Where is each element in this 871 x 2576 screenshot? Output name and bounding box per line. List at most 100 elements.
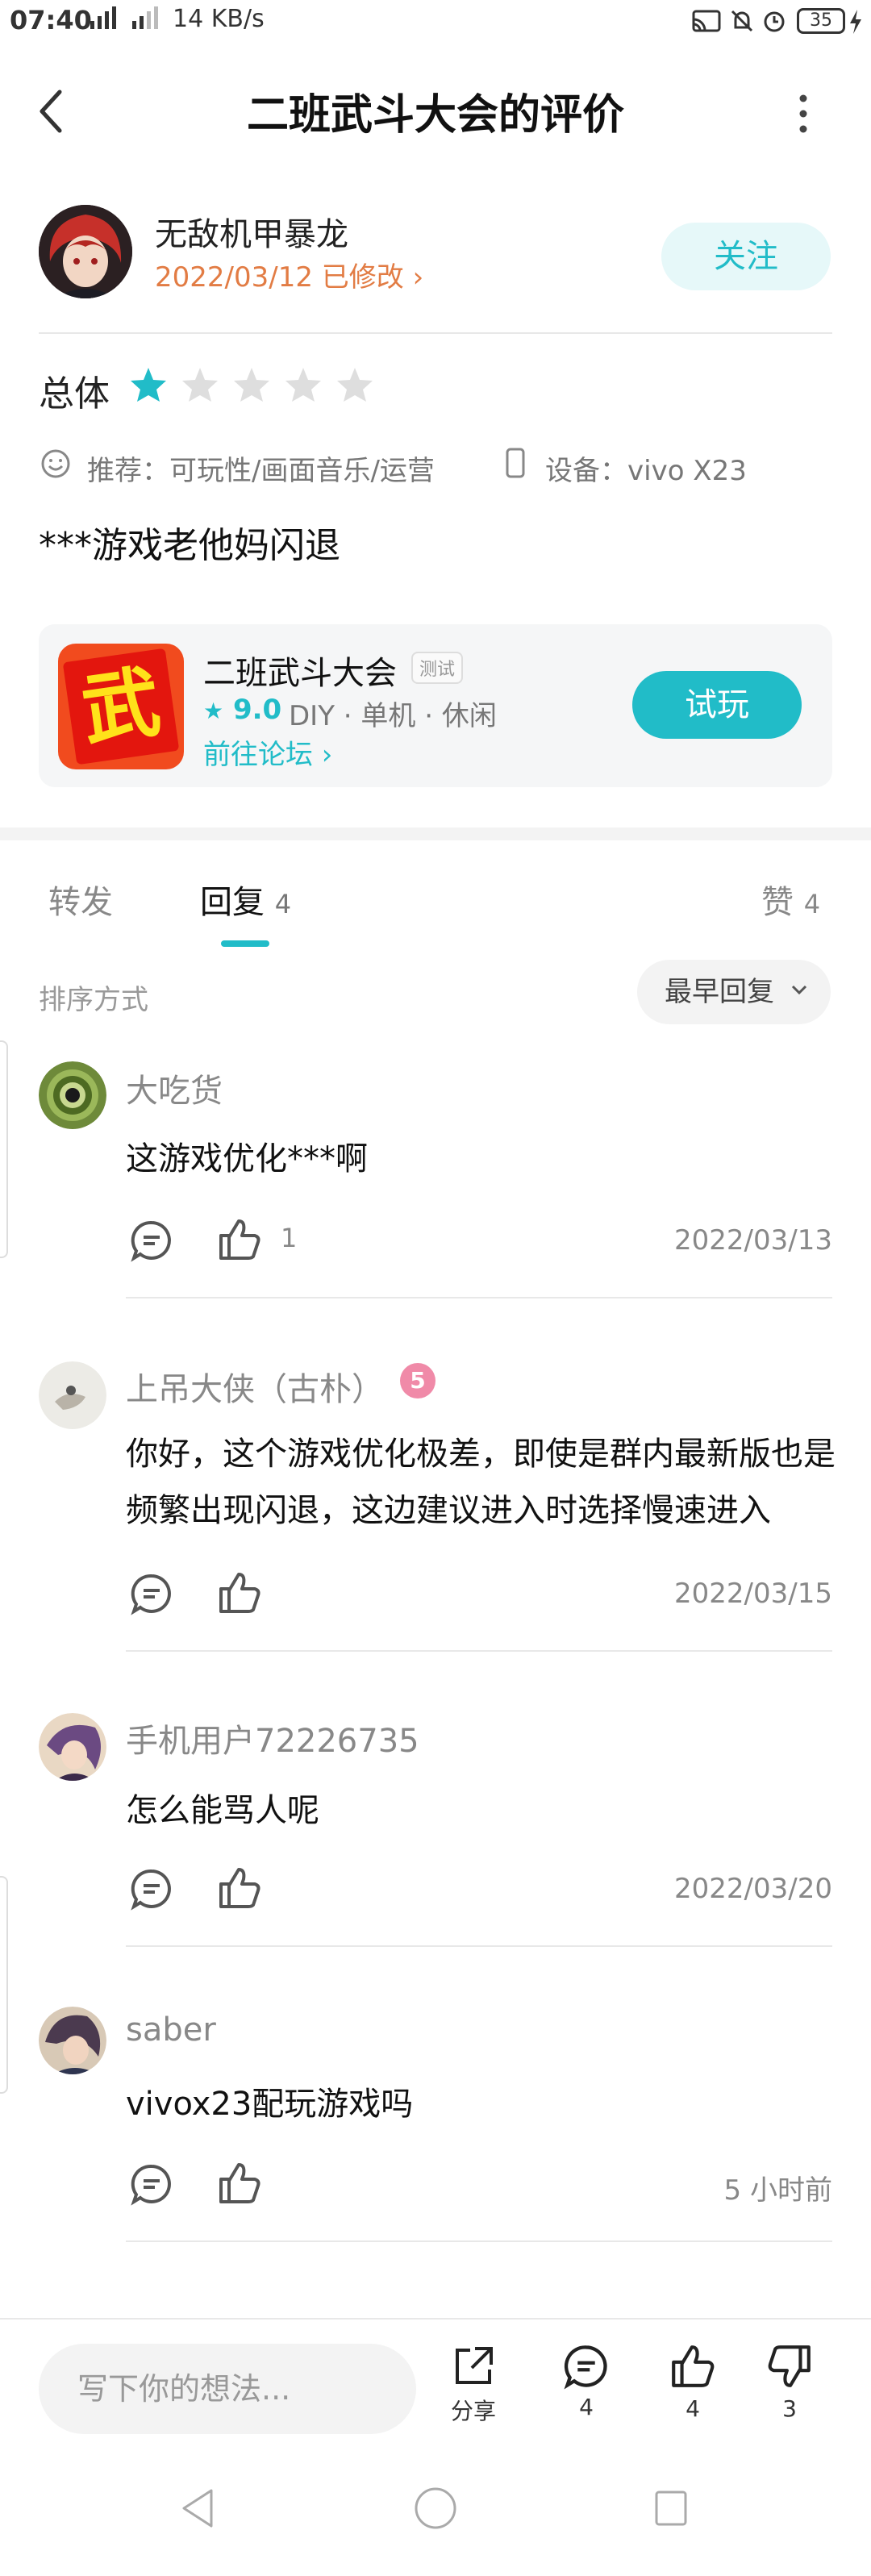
star-filled-icon: [131, 368, 166, 402]
tab-label: 回复: [200, 884, 265, 921]
tab-count: 4: [274, 889, 292, 919]
star-empty-icon: [182, 368, 218, 402]
system-back-icon[interactable]: [177, 2484, 218, 2532]
tab-forward[interactable]: 转发: [48, 876, 113, 923]
charging-icon: [850, 10, 861, 34]
bottom-bar-divider: [0, 2318, 871, 2320]
comment-avatar[interactable]: [39, 1361, 106, 1429]
network-speed: 14 KB/s: [173, 5, 265, 33]
author-edit-date[interactable]: 2022/03/12 已修改 ›: [155, 255, 423, 294]
play-button[interactable]: 试玩: [632, 671, 802, 739]
recommend-text: 推荐：可玩性/画面音乐/运营: [87, 455, 435, 487]
comment-author[interactable]: 上吊大侠（古朴）: [126, 1363, 384, 1410]
battery-icon: 35: [797, 8, 845, 34]
comment-button[interactable]: 4: [550, 2342, 623, 2439]
comment-author[interactable]: 大吃货: [126, 1065, 223, 1111]
like-icon[interactable]: [216, 1569, 263, 1616]
dislike-count: 3: [782, 2395, 797, 2422]
comment-icon: [564, 2345, 607, 2390]
sort-label: 排序方式: [39, 984, 148, 1016]
signal-icon: [90, 6, 116, 29]
phone-icon: [506, 448, 525, 478]
system-home-icon[interactable]: [411, 2484, 460, 2532]
game-icon-glyph: 武: [62, 648, 180, 765]
reply-icon[interactable]: [129, 1571, 174, 1616]
cast-icon: [692, 10, 721, 32]
tab-indicator: [221, 940, 269, 947]
like-icon[interactable]: [216, 1865, 263, 1911]
comment-date: 5 小时前: [723, 2174, 832, 2207]
forum-link[interactable]: 前往论坛 ›: [203, 732, 332, 772]
alarm-icon: [764, 11, 785, 32]
like-button[interactable]: 4: [656, 2342, 729, 2439]
like-icon[interactable]: [216, 1216, 263, 1263]
game-name[interactable]: 二班武斗大会: [203, 647, 397, 694]
page-title: 二班武斗大会的评价: [246, 91, 624, 140]
game-score: ★ 9.0: [203, 694, 281, 726]
comment-avatar[interactable]: [39, 1713, 106, 1781]
share-label: 分享: [450, 2398, 496, 2424]
like-count: 4: [686, 2395, 700, 2422]
follow-button[interactable]: 关注: [661, 223, 831, 290]
game-score-value: 9.0: [232, 694, 282, 726]
star-empty-icon: [234, 368, 269, 402]
comment-actions: 2022/03/20: [129, 1863, 832, 1915]
author-avatar[interactable]: [39, 205, 132, 298]
rating-label: 总体: [39, 373, 110, 415]
section-separator: [0, 827, 871, 840]
comment-avatar[interactable]: [39, 1061, 106, 1129]
comment-actions: 1 2022/03/13: [129, 1215, 832, 1266]
divider: [39, 332, 832, 334]
comment-date: 2022/03/13: [674, 1224, 832, 1257]
comment-actions: 5 小时前: [129, 2158, 832, 2210]
like-icon: [672, 2345, 715, 2387]
comment-author[interactable]: saber: [126, 2011, 216, 2049]
game-tags: DIY · 单机 · 休闲: [289, 700, 497, 732]
sort-dropdown[interactable]: 最早回复: [637, 960, 831, 1024]
divider: [126, 1945, 832, 1947]
divider: [126, 1297, 832, 1298]
like-count: 1: [281, 1223, 298, 1253]
reply-icon[interactable]: [129, 1866, 174, 1911]
comment-date: 2022/03/15: [674, 1578, 832, 1610]
like-icon[interactable]: [216, 2160, 263, 2207]
device-text: 设备：vivo X23: [545, 455, 747, 487]
rating-stars: [129, 366, 374, 403]
dislike-icon: [768, 2345, 811, 2387]
tab-label: 赞: [761, 884, 794, 921]
dislike-button[interactable]: 3: [753, 2342, 826, 2439]
edge-handle[interactable]: [0, 1040, 8, 1258]
comment-avatar[interactable]: [39, 2007, 106, 2074]
tab-count: 4: [803, 889, 821, 919]
divider: [126, 1650, 832, 1652]
edge-handle[interactable]: [0, 1876, 8, 2094]
signal-2-icon: [132, 6, 158, 29]
system-recents-icon[interactable]: [652, 2484, 690, 2532]
more-icon[interactable]: [794, 94, 813, 134]
beta-tag: 测试: [411, 652, 464, 684]
share-button[interactable]: 分享: [437, 2342, 510, 2439]
reply-icon[interactable]: [129, 1218, 174, 1263]
status-time: 07:40: [10, 5, 92, 35]
comment-text: 这游戏优化***啊: [126, 1140, 368, 1178]
review-text: ***游戏老他妈闪退: [39, 525, 340, 566]
score-star-icon: ★: [203, 698, 224, 724]
game-icon[interactable]: 武: [58, 644, 184, 769]
comment-date: 2022/03/20: [674, 1873, 832, 1905]
comment-input[interactable]: 写下你的想法...: [39, 2344, 416, 2434]
star-empty-icon: [285, 368, 321, 402]
comment-actions: 2022/03/15: [129, 1568, 832, 1619]
smile-icon: [41, 449, 70, 478]
star-empty-icon: [337, 368, 373, 402]
tab-likes[interactable]: 赞 4: [761, 876, 820, 923]
author-name[interactable]: 无敌机甲暴龙: [155, 208, 348, 255]
tab-replies[interactable]: 回复 4: [200, 876, 291, 923]
status-bar: 07:40 14 KB/s 35: [0, 0, 871, 45]
sort-value: 最早回复: [665, 976, 774, 1008]
share-icon: [456, 2347, 493, 2384]
reply-icon[interactable]: [129, 2161, 174, 2207]
chevron-down-icon: [791, 985, 807, 995]
mute-bell-icon: [731, 10, 753, 32]
comment-author[interactable]: 手机用户72226735: [126, 1715, 419, 1761]
divider: [126, 2240, 832, 2242]
